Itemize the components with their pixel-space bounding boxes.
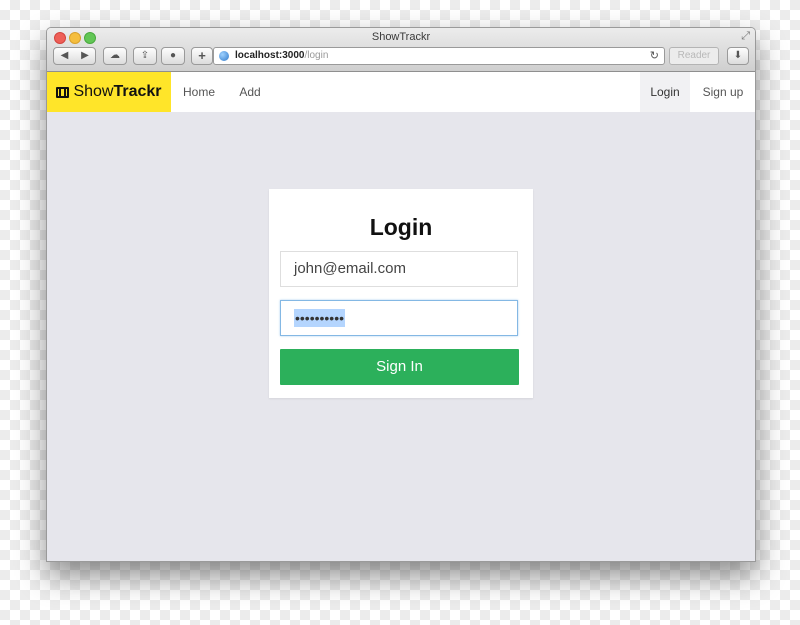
globe-icon	[219, 51, 229, 61]
brand-name-bold: Trackr	[113, 83, 162, 100]
new-tab-button[interactable]: +	[191, 47, 213, 65]
url-path: /login	[304, 50, 329, 61]
reload-icon[interactable]: ↻	[650, 48, 659, 64]
download-icon: ⬇	[733, 50, 743, 61]
password-field[interactable]: ••••••••••	[280, 300, 518, 336]
address-bar[interactable]: localhost:3000/login ↻	[213, 47, 665, 65]
share-button[interactable]: ⇪	[133, 47, 157, 65]
downloads-button[interactable]: ⬇	[727, 47, 749, 65]
forward-button[interactable]: ▶	[75, 47, 96, 65]
nav-home-link[interactable]: Home	[173, 72, 225, 112]
plus-icon: +	[198, 48, 206, 63]
reading-list-button[interactable]: ●	[161, 47, 185, 65]
brand-logo[interactable]: Show Trackr	[47, 72, 171, 112]
site-navbar: Show Trackr Home Add Login Sign up	[47, 72, 755, 112]
brand-name-light: Show	[73, 83, 114, 100]
back-button[interactable]: ◀	[53, 47, 76, 65]
nav-add-link[interactable]: Add	[229, 72, 271, 112]
url-text: localhost:3000/login	[235, 48, 328, 64]
circle-icon: ●	[169, 50, 177, 61]
icloud-tabs-button[interactable]: ☁	[103, 47, 127, 65]
film-icon	[56, 86, 70, 98]
login-title: Login	[369, 214, 433, 240]
fullscreen-icon[interactable]: ⤢	[741, 30, 750, 43]
reader-button[interactable]: Reader	[669, 47, 719, 65]
browser-toolbar: ShowTrackr ⤢ ◀ ▶ ☁ ⇪ ● + localhost:3000/…	[47, 28, 755, 72]
nav-signup-link[interactable]: Sign up	[693, 72, 753, 112]
share-icon: ⇪	[140, 50, 150, 61]
browser-window: ShowTrackr ⤢ ◀ ▶ ☁ ⇪ ● + localhost:3000/…	[46, 27, 756, 562]
login-card: Login john@email.com •••••••••• Sign In	[269, 189, 533, 398]
email-field[interactable]: john@email.com	[280, 251, 518, 287]
cloud-icon: ☁	[110, 50, 120, 61]
nav-login-link[interactable]: Login	[640, 72, 690, 112]
back-arrow-icon: ◀	[60, 50, 69, 61]
window-title: ShowTrackr	[371, 31, 431, 43]
forward-arrow-icon: ▶	[81, 50, 89, 61]
sign-in-button[interactable]: Sign In	[280, 349, 519, 385]
url-host: localhost:3000	[235, 50, 305, 61]
password-value: ••••••••••	[294, 309, 346, 327]
